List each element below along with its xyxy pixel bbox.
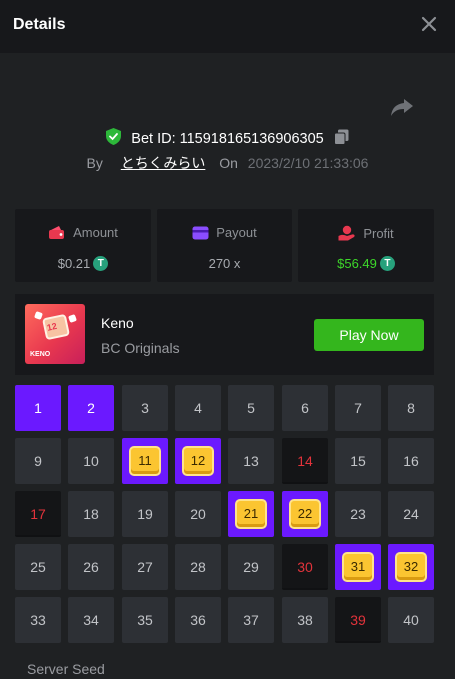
server-seed-label: Server Seed — [27, 661, 105, 677]
keno-tile-16[interactable]: 16 — [388, 438, 434, 484]
keno-tile-15[interactable]: 15 — [335, 438, 381, 484]
gem-icon: 12 — [182, 446, 214, 476]
gem-icon: 31 — [342, 552, 374, 582]
keno-tile-25[interactable]: 25 — [15, 544, 61, 590]
tether-coin-icon: T — [379, 256, 395, 272]
details-header: Details — [0, 0, 455, 53]
keno-tile-30[interactable]: 30 — [282, 544, 328, 590]
keno-thumbnail[interactable]: 12 KENO — [25, 304, 85, 364]
keno-tile-18[interactable]: 18 — [68, 491, 114, 537]
shield-check-icon — [106, 128, 122, 149]
keno-tile-5[interactable]: 5 — [228, 385, 274, 431]
close-icon[interactable] — [419, 13, 439, 35]
username-link[interactable]: とちくみらい — [121, 155, 206, 171]
profit-icon — [338, 225, 355, 241]
payout-card: Payout 270 x — [157, 209, 292, 282]
bet-id-text: Bet ID: 115918165136906305 — [131, 130, 324, 147]
keno-tile-33[interactable]: 33 — [15, 597, 61, 643]
keno-tile-34[interactable]: 34 — [68, 597, 114, 643]
profit-value: $56.49 — [337, 256, 377, 272]
card-icon — [192, 226, 209, 240]
keno-tile-4[interactable]: 4 — [175, 385, 221, 431]
keno-tile-6[interactable]: 6 — [282, 385, 328, 431]
keno-tile-27[interactable]: 27 — [122, 544, 168, 590]
keno-tile-22[interactable]: 22 — [282, 491, 328, 537]
bet-byline: By とちくみらい On 2023/2/10 21:33:06 — [0, 153, 455, 173]
keno-tile-40[interactable]: 40 — [388, 597, 434, 643]
keno-tile-26[interactable]: 26 — [68, 544, 114, 590]
keno-tile-20[interactable]: 20 — [175, 491, 221, 537]
gem-icon: 22 — [289, 499, 321, 529]
payout-label: Payout — [216, 225, 257, 240]
keno-tile-17[interactable]: 17 — [15, 491, 61, 537]
keno-tile-23[interactable]: 23 — [335, 491, 381, 537]
game-card: 12 KENO Keno BC Originals Play Now — [15, 294, 434, 375]
keno-tile-35[interactable]: 35 — [122, 597, 168, 643]
keno-tile-9[interactable]: 9 — [15, 438, 61, 484]
keno-tile-7[interactable]: 7 — [335, 385, 381, 431]
keno-tile-11[interactable]: 11 — [122, 438, 168, 484]
keno-tile-24[interactable]: 24 — [388, 491, 434, 537]
keno-tile-37[interactable]: 37 — [228, 597, 274, 643]
keno-tile-12[interactable]: 12 — [175, 438, 221, 484]
gem-icon: 32 — [395, 552, 427, 582]
keno-tile-2[interactable]: 2 — [68, 385, 114, 431]
thumb-confetti — [34, 311, 43, 320]
bet-id-row: Bet ID: 115918165136906305 — [0, 128, 455, 148]
tether-coin-icon: T — [93, 256, 109, 272]
keno-tile-31[interactable]: 31 — [335, 544, 381, 590]
keno-tile-1[interactable]: 1 — [15, 385, 61, 431]
gem-icon: 21 — [235, 499, 267, 529]
keno-tile-14[interactable]: 14 — [282, 438, 328, 484]
keno-tile-38[interactable]: 38 — [282, 597, 328, 643]
keno-tile-39[interactable]: 39 — [335, 597, 381, 643]
keno-tile-10[interactable]: 10 — [68, 438, 114, 484]
panel-title: Details — [13, 16, 66, 33]
keno-tile-36[interactable]: 36 — [175, 597, 221, 643]
thumb-ball: 12 — [41, 313, 71, 341]
wallet-icon — [49, 226, 65, 239]
keno-tile-28[interactable]: 28 — [175, 544, 221, 590]
thumb-logo-text: KENO — [30, 351, 51, 358]
copy-icon[interactable] — [333, 129, 349, 149]
payout-value: 270 x — [208, 256, 241, 272]
keno-tile-19[interactable]: 19 — [122, 491, 168, 537]
keno-tile-21[interactable]: 21 — [228, 491, 274, 537]
game-name: Keno — [101, 315, 134, 331]
amount-card: Amount $0.21 T — [15, 209, 151, 282]
by-label: By — [86, 155, 103, 171]
keno-tile-3[interactable]: 3 — [122, 385, 168, 431]
keno-tile-8[interactable]: 8 — [388, 385, 434, 431]
amount-value: $0.21 — [57, 256, 91, 272]
keno-tile-32[interactable]: 32 — [388, 544, 434, 590]
on-label: On — [219, 155, 238, 171]
keno-tile-13[interactable]: 13 — [228, 438, 274, 484]
profit-label: Profit — [363, 226, 394, 241]
amount-label: Amount — [73, 225, 118, 240]
play-now-button[interactable]: Play Now — [314, 319, 424, 351]
game-provider: BC Originals — [101, 340, 180, 356]
keno-tile-29[interactable]: 29 — [228, 544, 274, 590]
profit-card: Profit $56.49 T — [298, 209, 434, 282]
share-icon[interactable] — [390, 96, 414, 118]
gem-icon: 11 — [129, 446, 161, 476]
bet-date: 2023/2/10 21:33:06 — [247, 155, 369, 171]
thumb-confetti — [68, 314, 77, 323]
